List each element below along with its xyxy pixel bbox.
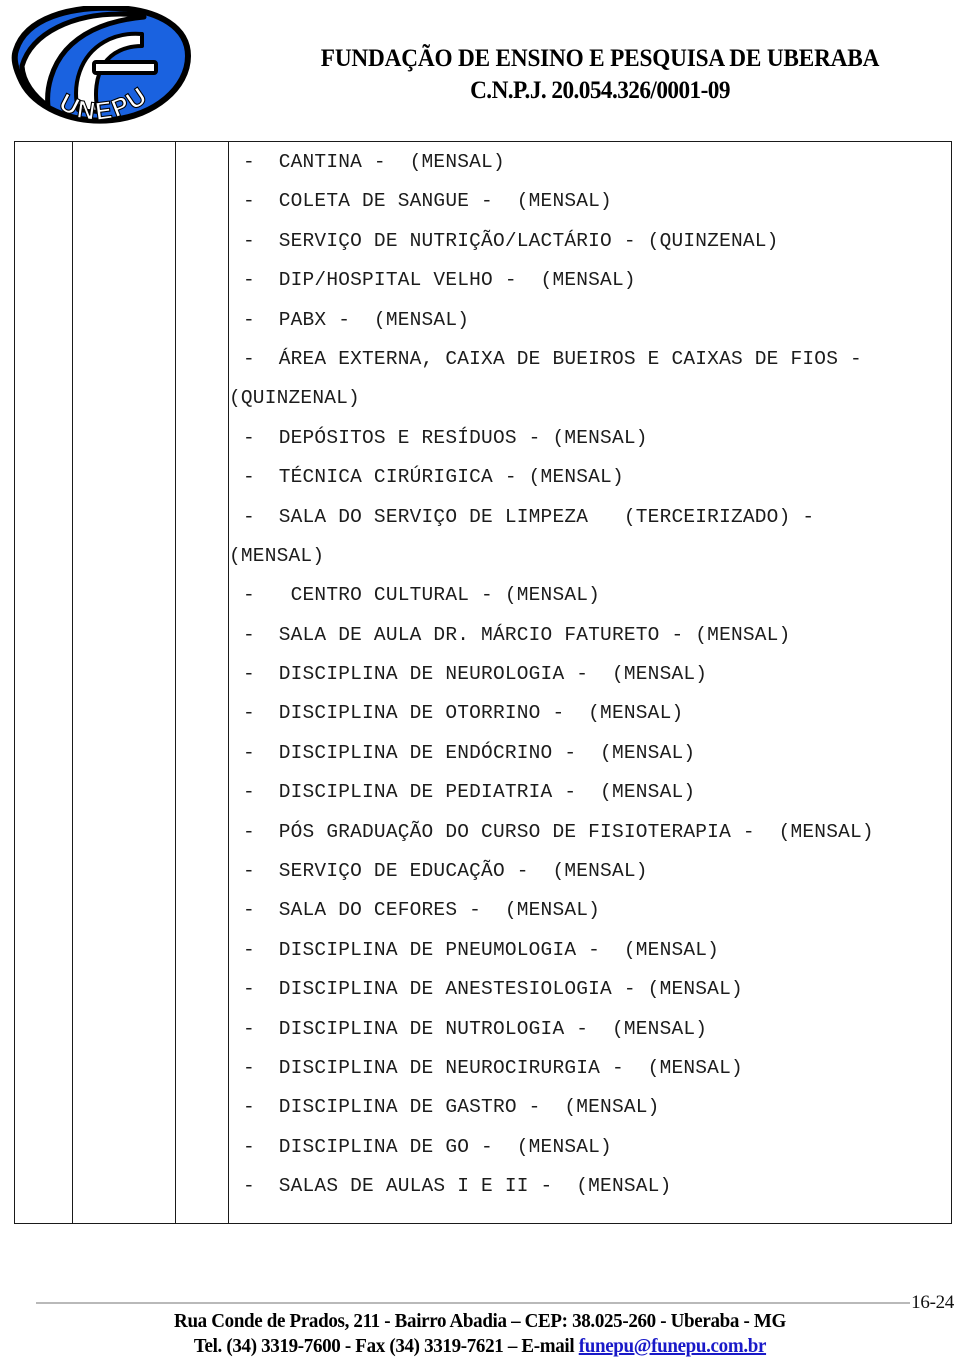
service-item: - DISCIPLINA DE NUTROLOGIA - (MENSAL)	[243, 1017, 708, 1040]
service-item: - DISCIPLINA DE ENDÓCRINO - (MENSAL)	[243, 741, 696, 764]
service-item: - SALAS DE AULAS I E II - (MENSAL)	[243, 1175, 672, 1198]
organization-cnpj: C.N.P.J. 20.054.326/0001-09	[470, 77, 730, 104]
service-item: - COLETA DE SANGUE - (MENSAL)	[243, 190, 612, 213]
table-column-3	[176, 142, 229, 1223]
service-item: - PABX - (MENSAL)	[243, 308, 470, 331]
service-item-continuation: (MENSAL)	[229, 544, 325, 567]
table-column-1	[15, 142, 73, 1223]
service-item-continuation: (QUINZENAL)	[229, 387, 360, 410]
services-table: - CANTINA - (MENSAL) - COLETA DE SANGUE -…	[14, 141, 952, 1224]
footer-email-link[interactable]: funepu@funepu.com.br	[579, 1335, 767, 1357]
service-item: - PÓS GRADUAÇÃO DO CURSO DE FISIOTERAPIA…	[243, 820, 874, 843]
service-item: - CENTRO CULTURAL - (MENSAL)	[243, 584, 601, 607]
service-item: - SALA DO SERVIÇO DE LIMPEZA (TERCEIRIZA…	[243, 505, 815, 528]
organization-name: FUNDAÇÃO DE ENSINO E PESQUISA DE UBERABA	[320, 45, 880, 72]
service-item: - DISCIPLINA DE GO - (MENSAL)	[243, 1135, 612, 1158]
page-footer: 16-24 Rua Conde de Prados, 211 - Bairro …	[0, 1292, 960, 1359]
service-item: - DISCIPLINA DE NEUROCIRURGIA - (MENSAL)	[243, 1056, 743, 1079]
service-item: - DISCIPLINA DE GASTRO - (MENSAL)	[243, 1096, 660, 1119]
service-item: - DEPÓSITOS E RESÍDUOS - (MENSAL)	[243, 426, 648, 449]
service-item: - SALA DO CEFORES - (MENSAL)	[243, 899, 601, 922]
table-column-2	[73, 142, 176, 1223]
service-item: - TÉCNICA CIRÚRIGICA - (MENSAL)	[243, 466, 624, 489]
service-item: - SALA DE AULA DR. MÁRCIO FATURETO - (ME…	[243, 623, 791, 646]
funepu-logo: UNEPU	[8, 6, 193, 124]
footer-contact: Tel. (34) 3319-7600 - Fax (34) 3319-7621…	[24, 1334, 936, 1359]
footer-contact-prefix: Tel. (34) 3319-7600 - Fax (34) 3319-7621…	[193, 1335, 579, 1357]
service-item: - DISCIPLINA DE ANESTESIOLOGIA - (MENSAL…	[243, 978, 743, 1001]
service-item: - CANTINA - (MENSAL)	[243, 151, 505, 173]
letterhead: UNEPU FUNDAÇÃO DE ENSINO E PESQUISA DE U…	[0, 0, 960, 130]
service-items-list: - CANTINA - (MENSAL) - COLETA DE SANGUE -…	[229, 143, 951, 1207]
service-item: - DISCIPLINA DE PNEUMOLOGIA - (MENSAL)	[243, 938, 720, 961]
organization-block: FUNDAÇÃO DE ENSINO E PESQUISA DE UBERABA…	[270, 44, 930, 106]
service-item: - DISCIPLINA DE PEDIATRIA - (MENSAL)	[243, 781, 696, 804]
table-column-items: - CANTINA - (MENSAL) - COLETA DE SANGUE -…	[229, 142, 951, 1223]
service-item: - ÁREA EXTERNA, CAIXA DE BUEIROS E CAIXA…	[243, 347, 862, 370]
service-item: - DIP/HOSPITAL VELHO - (MENSAL)	[243, 269, 636, 292]
footer-contact-block: Rua Conde de Prados, 211 - Bairro Abadia…	[0, 1309, 960, 1359]
service-item: - SERVIÇO DE EDUCAÇÃO - (MENSAL)	[243, 860, 648, 883]
service-item: - DISCIPLINA DE OTORRINO - (MENSAL)	[243, 702, 684, 725]
service-item: - DISCIPLINA DE NEUROLOGIA - (MENSAL)	[243, 663, 708, 686]
service-item: - SERVIÇO DE NUTRIÇÃO/LACTÁRIO - (QUINZE…	[243, 229, 779, 252]
footer-divider	[36, 1302, 910, 1304]
footer-address: Rua Conde de Prados, 211 - Bairro Abadia…	[174, 1310, 786, 1332]
